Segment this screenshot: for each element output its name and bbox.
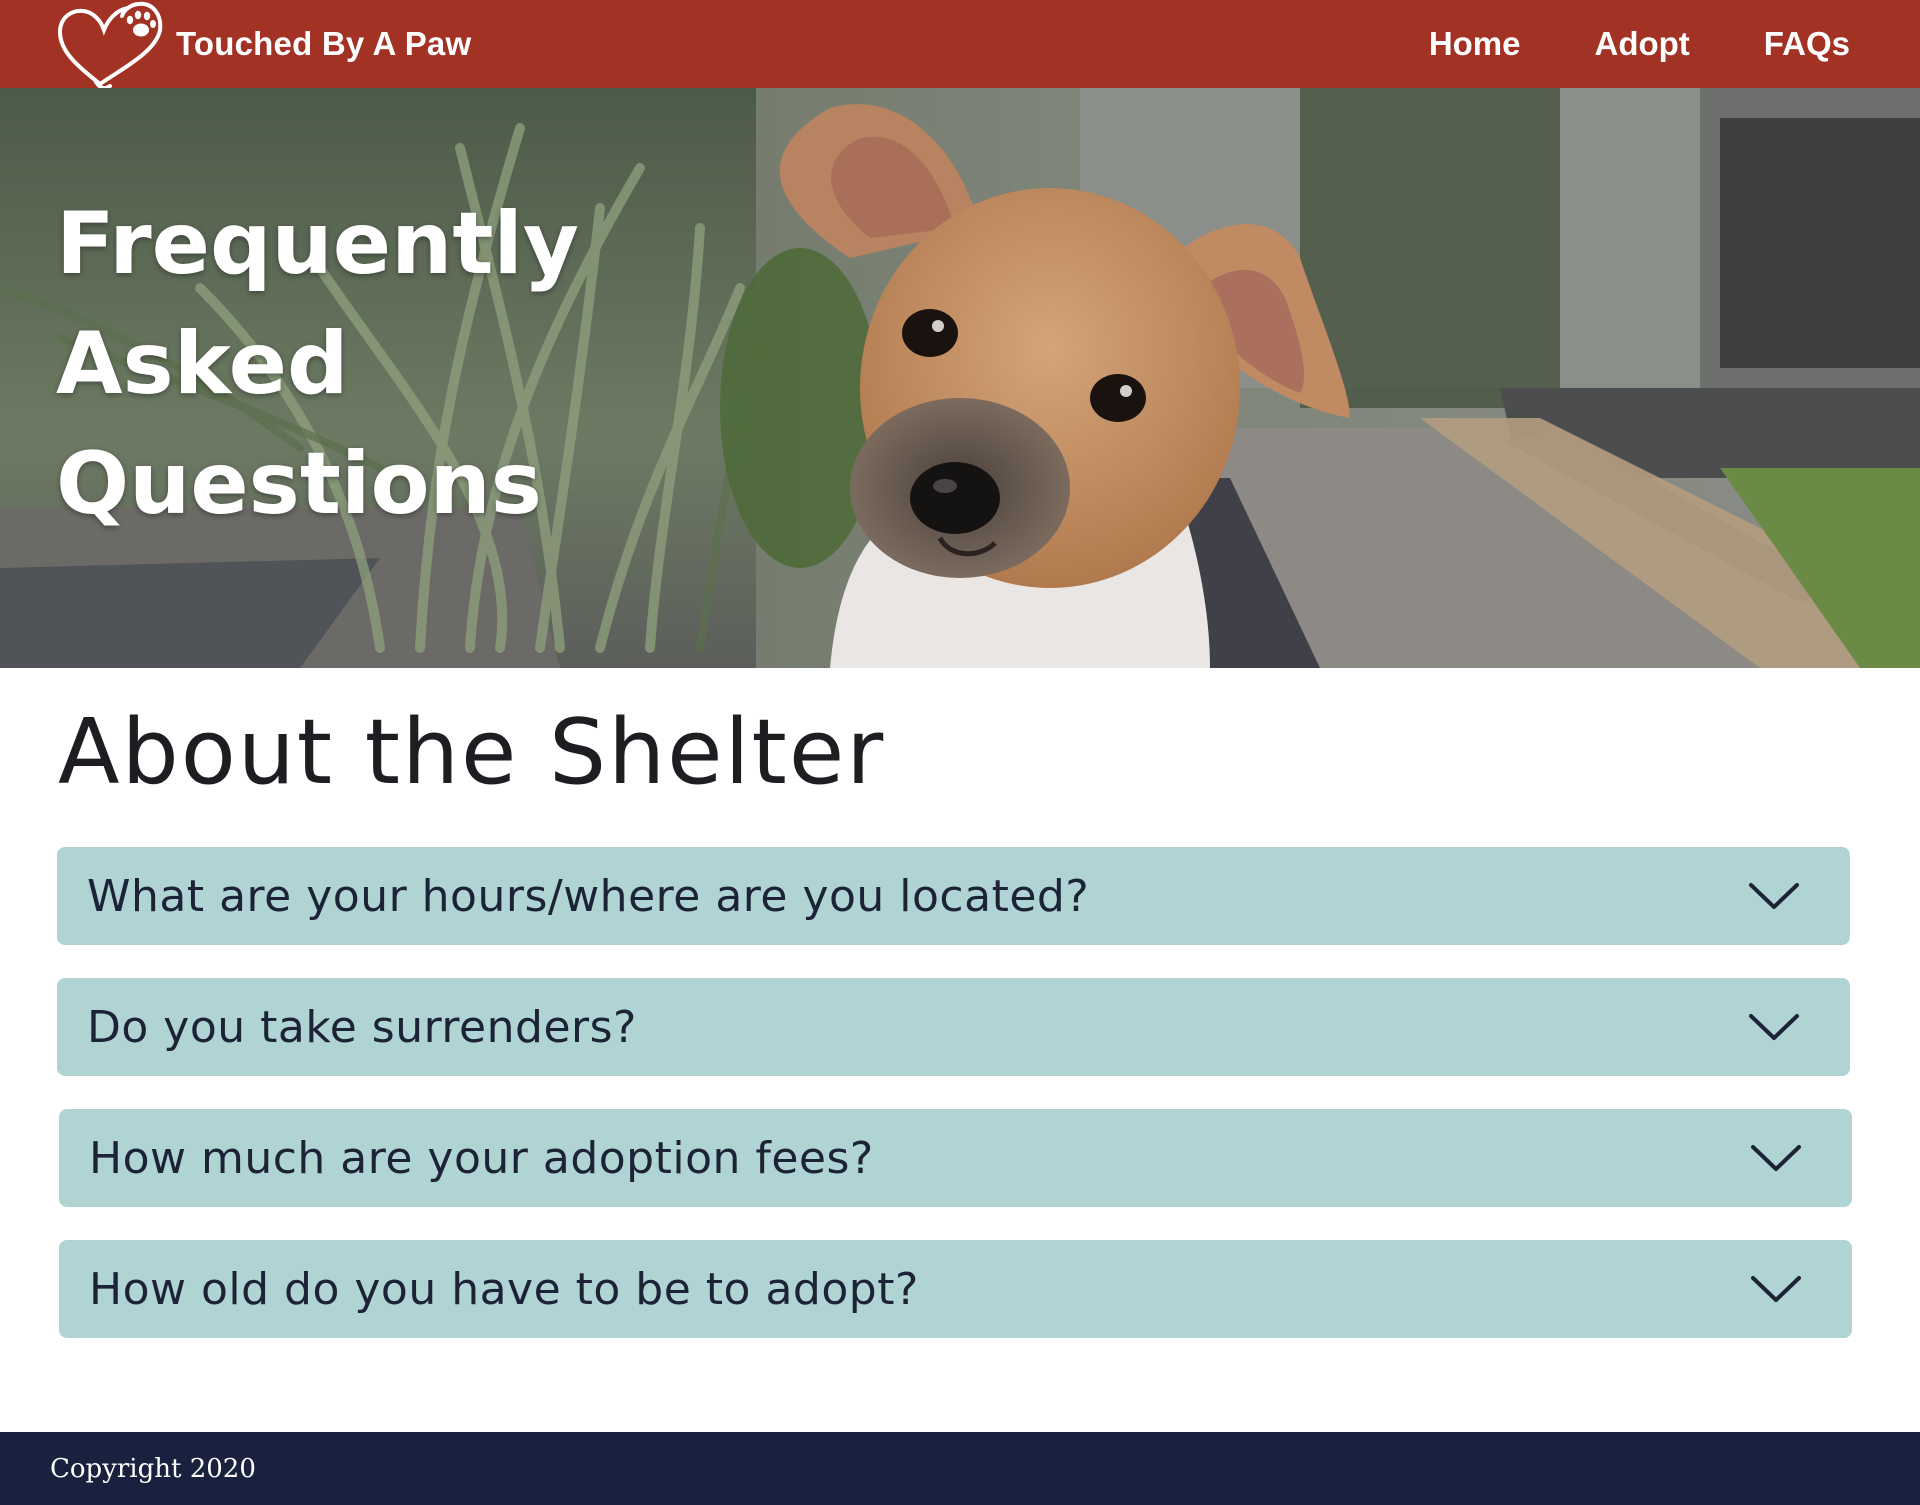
faq-question[interactable]: What are your hours/where are you locate… [87,871,1089,922]
brand-link[interactable]: Touched By A Paw [56,0,471,88]
hero-title: Frequently Asked Questions [56,184,579,544]
faq-question[interactable]: How old do you have to be to adopt? [89,1264,919,1315]
nav-home[interactable]: Home [1429,25,1521,63]
heart-paw-icon [57,1,163,88]
chevron-down-icon[interactable] [1748,1006,1800,1046]
footer: Copyright 2020 [0,1432,1920,1505]
faq-item-fees[interactable]: How much are your adoption fees? [59,1109,1852,1207]
faq-item-surrenders[interactable]: Do you take surrenders? [57,978,1850,1076]
top-navbar: Touched By A Paw Home Adopt FAQs [0,0,1920,88]
chevron-down-icon[interactable] [1750,1137,1802,1177]
faq-item-age[interactable]: How old do you have to be to adopt? [59,1240,1852,1338]
nav-faqs[interactable]: FAQs [1764,25,1850,63]
brand-name[interactable]: Touched By A Paw [176,25,471,63]
hero-title-line: Asked [56,314,349,414]
faq-question[interactable]: Do you take surrenders? [87,1002,637,1053]
faq-question[interactable]: How much are your adoption fees? [89,1133,874,1184]
nav-adopt[interactable]: Adopt [1595,25,1690,63]
chevron-down-icon[interactable] [1750,1268,1802,1308]
faq-item-hours[interactable]: What are your hours/where are you locate… [57,847,1850,945]
copyright-text: Copyright 2020 [50,1453,256,1484]
hero-title-line: Frequently [56,194,579,294]
chevron-down-icon[interactable] [1748,875,1800,915]
main-nav: Home Adopt FAQs [1355,0,1850,88]
section-title: About the Shelter [58,700,886,805]
hero-banner: Frequently Asked Questions [0,88,1920,668]
hero-title-line: Questions [56,434,542,534]
